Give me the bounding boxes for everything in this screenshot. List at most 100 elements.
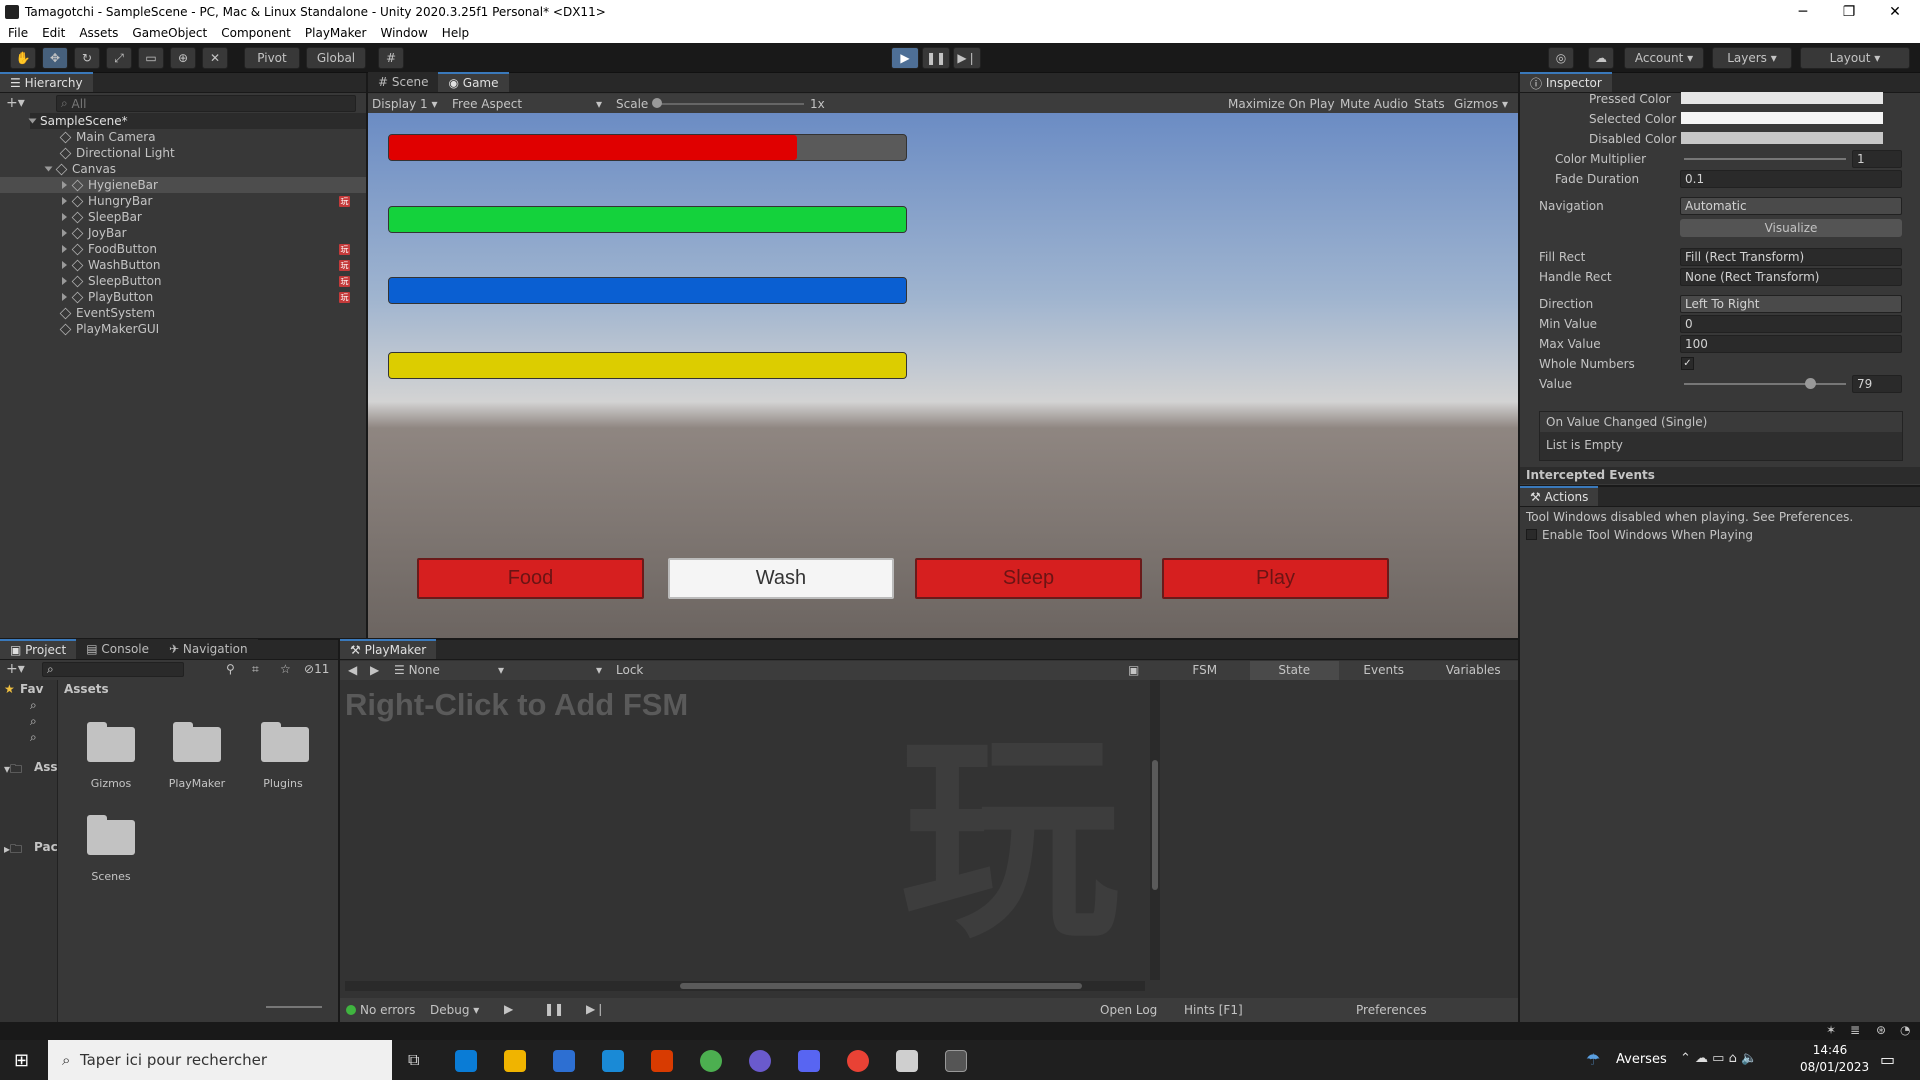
hidden-count[interactable]: ⊘11: [304, 662, 329, 676]
wash-button[interactable]: Wash: [668, 558, 894, 599]
filter-label-icon[interactable]: ⌗: [252, 662, 259, 677]
add-object-button[interactable]: +▾: [6, 95, 25, 111]
sleep-button[interactable]: Sleep: [915, 558, 1142, 599]
pause-icon[interactable]: ❚❚: [544, 1002, 564, 1016]
tab-scene[interactable]: # Scene: [368, 72, 439, 92]
assets-breadcrumb[interactable]: Assets: [64, 682, 109, 696]
lock-toggle[interactable]: Lock: [616, 663, 643, 677]
system-tray-icons[interactable]: ⌃ ☁ ▭ ⌂ 🔈: [1680, 1051, 1757, 1066]
maximize-on-play-toggle[interactable]: Maximize On Play: [1228, 97, 1335, 111]
project-search-input[interactable]: ⌕: [42, 662, 184, 677]
clock-date[interactable]: 08/01/2023: [1800, 1060, 1869, 1074]
hierarchy-item[interactable]: PlayButton: [62, 289, 366, 305]
favorite-icon[interactable]: ☆: [280, 662, 291, 676]
selected-color-swatch[interactable]: [1681, 112, 1883, 124]
edge-icon[interactable]: [455, 1050, 477, 1072]
intercepted-events-header[interactable]: Intercepted Events: [1520, 467, 1920, 484]
play-button[interactable]: Play: [1162, 558, 1389, 599]
status-text[interactable]: No errors: [360, 1003, 415, 1017]
hierarchy-item[interactable]: Canvas: [44, 161, 406, 177]
tab-state[interactable]: State: [1249, 661, 1339, 680]
progress-icon[interactable]: ◔: [1900, 1023, 1910, 1037]
fill-rect-field[interactable]: Fill (Rect Transform): [1680, 248, 1902, 266]
navigation-dropdown[interactable]: Automatic: [1680, 197, 1902, 215]
mail-icon[interactable]: [602, 1050, 624, 1072]
cloud-icon[interactable]: ☁: [1588, 47, 1614, 69]
vertical-scrollbar[interactable]: [1150, 680, 1160, 980]
weather-text[interactable]: Averses: [1616, 1052, 1667, 1067]
enable-tool-windows-checkbox[interactable]: [1526, 529, 1537, 540]
menu-gameobject[interactable]: GameObject: [132, 26, 207, 40]
hand-tool-icon[interactable]: ✋: [10, 47, 36, 69]
hierarchy-item[interactable]: PlayMakerGUI: [59, 321, 420, 337]
account-dropdown[interactable]: Account ▾: [1624, 47, 1704, 69]
office-icon[interactable]: [651, 1050, 673, 1072]
windows-start-icon[interactable]: ⊞: [14, 1050, 29, 1071]
step-icon[interactable]: ▶❘: [953, 47, 981, 69]
fade-duration-input[interactable]: 0.1: [1680, 170, 1902, 188]
value-input[interactable]: 79: [1852, 375, 1902, 393]
horizontal-scrollbar[interactable]: [345, 981, 1145, 991]
droplet-app-icon[interactable]: [749, 1050, 771, 1072]
min-value-input[interactable]: 0: [1680, 315, 1902, 333]
search-filter-icon[interactable]: ⌕: [30, 698, 37, 713]
menu-playmaker[interactable]: PlayMaker: [305, 26, 367, 40]
notification-icon[interactable]: ▭: [1880, 1050, 1895, 1069]
food-button[interactable]: Food: [417, 558, 644, 599]
scene-row[interactable]: SampleScene*: [28, 113, 366, 129]
menu-file[interactable]: File: [8, 26, 28, 40]
icon-size-slider[interactable]: [266, 1006, 322, 1008]
layout-dropdown[interactable]: Layout ▾: [1800, 47, 1910, 69]
scale-slider-handle[interactable]: [652, 98, 662, 108]
color-multiplier-input[interactable]: 1: [1852, 150, 1902, 168]
hierarchy-item[interactable]: EventSystem: [59, 305, 420, 321]
hierarchy-item[interactable]: Directional Light: [59, 145, 420, 161]
graph-view-icon[interactable]: ▣: [1128, 663, 1139, 677]
transform-tool-icon[interactable]: ⊕: [170, 47, 196, 69]
folder-icon[interactable]: [173, 722, 221, 762]
aspect-dropdown[interactable]: Free Aspect: [452, 97, 522, 111]
mute-audio-toggle[interactable]: Mute Audio: [1340, 97, 1408, 111]
tab-navigation[interactable]: ✈ Navigation: [159, 639, 258, 659]
hierarchy-item[interactable]: HungryBar: [62, 193, 366, 209]
whole-numbers-checkbox[interactable]: ✓: [1681, 357, 1694, 370]
clock-time[interactable]: 14:46: [1800, 1043, 1860, 1057]
hints-button[interactable]: Hints [F1]: [1184, 1003, 1243, 1017]
debug-dropdown[interactable]: Debug ▾: [430, 1003, 479, 1017]
assets-tree-label[interactable]: Ass: [34, 760, 58, 774]
scale-tool-icon[interactable]: ⤢: [106, 47, 132, 69]
color-multiplier-slider[interactable]: [1684, 158, 1846, 160]
disabled-color-swatch[interactable]: [1681, 132, 1883, 144]
max-value-input[interactable]: 100: [1680, 335, 1902, 353]
search-filter-icon[interactable]: ⌕: [30, 714, 37, 729]
menu-assets[interactable]: Assets: [79, 26, 118, 40]
hierarchy-item[interactable]: WashButton: [62, 257, 366, 273]
stats-toggle[interactable]: Stats: [1414, 97, 1445, 111]
tab-playmaker[interactable]: ⚒ PlayMaker: [340, 639, 437, 659]
global-toggle[interactable]: Global: [306, 47, 366, 69]
hierarchy-item[interactable]: FoodButton: [62, 241, 366, 257]
chrome-icon[interactable]: [700, 1050, 722, 1072]
tab-variables[interactable]: Variables: [1429, 661, 1519, 680]
discord-icon[interactable]: [798, 1050, 820, 1072]
custom-tool-icon[interactable]: ✕: [202, 47, 228, 69]
collab-icon[interactable]: ◎: [1548, 47, 1574, 69]
menu-help[interactable]: Help: [442, 26, 469, 40]
hierarchy-item[interactable]: SleepButton: [62, 273, 366, 289]
move-tool-icon[interactable]: ✥: [42, 47, 68, 69]
tab-fsm[interactable]: FSM: [1160, 661, 1250, 680]
folder-icon[interactable]: [87, 722, 135, 762]
play-icon[interactable]: ▶: [891, 47, 919, 69]
unity-hub-icon[interactable]: [896, 1050, 918, 1072]
forward-arrow-icon[interactable]: ▶: [370, 663, 379, 677]
menu-edit[interactable]: Edit: [42, 26, 65, 40]
hierarchy-item-selected[interactable]: HygieneBar: [0, 177, 366, 193]
favorites-label[interactable]: Fav: [20, 682, 43, 696]
rect-tool-icon[interactable]: ▭: [138, 47, 164, 69]
minimize-button[interactable]: ─: [1780, 0, 1826, 23]
vertical-scroll-thumb[interactable]: [1152, 760, 1158, 890]
value-slider-track[interactable]: [1684, 383, 1846, 385]
play-icon[interactable]: ▶: [504, 1002, 513, 1016]
back-arrow-icon[interactable]: ◀: [348, 663, 357, 677]
menu-window[interactable]: Window: [380, 26, 427, 40]
